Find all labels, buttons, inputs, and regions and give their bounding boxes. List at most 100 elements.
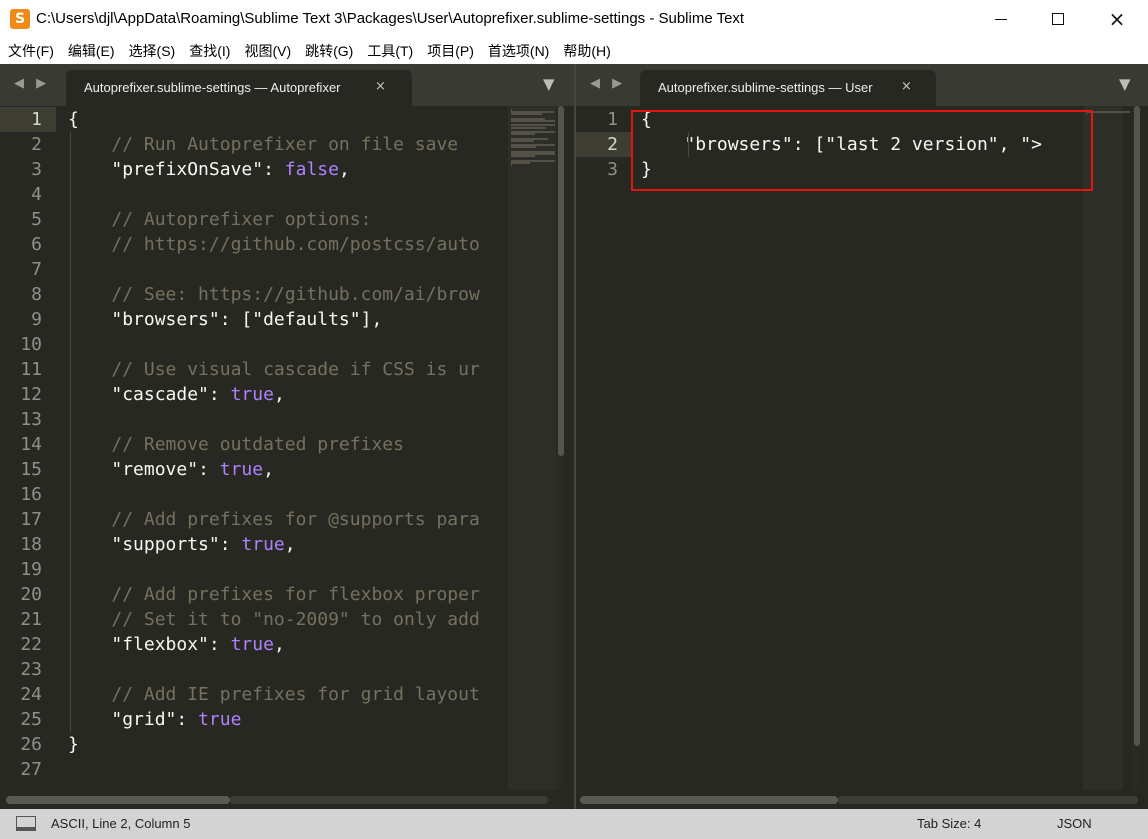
vertical-scrollbar-thumb[interactable] (558, 106, 564, 456)
code-text: : (176, 709, 199, 730)
code-text: , (338, 159, 350, 180)
code-line[interactable]: "supports": true, (68, 532, 295, 557)
code-text: { (68, 109, 79, 130)
horizontal-scrollbar-thumb[interactable] (6, 796, 230, 804)
menu-file[interactable]: 文件(F) (8, 38, 54, 64)
tab-close-icon[interactable]: × (375, 79, 386, 94)
menu-preferences[interactable]: 首选项(N) (488, 38, 549, 64)
code-comment: // Run Autoprefixer on file save (111, 134, 459, 155)
line-number: 4 (31, 184, 42, 205)
panel-toggle-icon[interactable] (16, 816, 36, 831)
horizontal-scrollbar[interactable] (576, 790, 1148, 809)
line-number: 13 (20, 409, 42, 430)
status-syntax[interactable]: JSON (1057, 816, 1092, 831)
code-text: : (263, 159, 285, 180)
line-number: 1 (31, 109, 42, 130)
horizontal-scrollbar-thumb[interactable] (580, 796, 838, 804)
code-line[interactable]: // Autoprefixer options: (68, 207, 371, 232)
line-number: 25 (20, 709, 42, 730)
minimap[interactable] (1083, 106, 1130, 790)
code-line[interactable]: "remove": true, (68, 457, 274, 482)
line-number: 11 (20, 359, 42, 380)
vertical-scrollbar[interactable] (1132, 106, 1142, 790)
maximize-button[interactable] (1035, 0, 1081, 38)
tab-autoprefixer-default[interactable]: Autoprefixer.sublime-settings — Autopref… (66, 70, 412, 106)
line-number: 3 (607, 159, 618, 180)
code-constant: true (230, 634, 274, 655)
code-text: , (263, 459, 274, 480)
code-line[interactable]: { (68, 107, 79, 132)
code-line[interactable]: // Add IE prefixes for grid layout (68, 682, 479, 707)
line-number: 8 (31, 284, 42, 305)
menu-help[interactable]: 帮助(H) (563, 38, 610, 64)
minimap-line (511, 139, 534, 142)
status-tab-size[interactable]: Tab Size: 4 (917, 816, 981, 831)
line-number: 26 (20, 734, 42, 755)
horizontal-scrollbar[interactable] (0, 790, 574, 809)
menu-goto[interactable]: 跳转(G) (305, 38, 353, 64)
menu-project[interactable]: 项目(P) (427, 38, 474, 64)
code-constant: true (230, 384, 274, 405)
code-line[interactable]: // Use visual cascade if CSS is ur (68, 357, 479, 382)
code-line[interactable]: "cascade": true, (68, 382, 284, 407)
code-text: "cascade" (111, 384, 209, 405)
code-line[interactable]: "prefixOnSave": false, (68, 157, 350, 182)
code-text: : (198, 459, 220, 480)
line-number: 16 (20, 484, 42, 505)
code-line[interactable]: // Run Autoprefixer on file save (68, 132, 458, 157)
tab-dropdown-icon[interactable]: ▼ (1119, 75, 1131, 93)
code-text: : (208, 384, 231, 405)
minimap-line (511, 146, 537, 149)
minimap[interactable] (508, 106, 558, 790)
tab-autoprefixer-user[interactable]: Autoprefixer.sublime-settings — User × (640, 70, 936, 106)
code-text: "supports" (111, 534, 220, 555)
tab-nav-arrows-icon[interactable]: ◀ ▶ (590, 76, 626, 91)
code-line[interactable]: } (68, 732, 79, 757)
code-line[interactable]: // https://github.com/postcss/auto (68, 232, 479, 257)
menu-tools[interactable]: 工具(T) (367, 38, 413, 64)
code-line[interactable]: // Remove outdated prefixes (68, 432, 404, 457)
code-line[interactable]: "browsers": ["defaults"], (68, 307, 382, 332)
menu-edit[interactable]: 编辑(E) (68, 38, 115, 64)
code-line[interactable]: // Add prefixes for @supports para (68, 507, 479, 532)
menu-view[interactable]: 视图(V) (244, 38, 291, 64)
code-line[interactable]: "flexbox": true, (68, 632, 284, 657)
vertical-scrollbar-thumb[interactable] (1134, 106, 1140, 746)
horizontal-scrollbar-track (230, 796, 548, 804)
tab-dropdown-icon[interactable]: ▼ (543, 75, 555, 93)
code-constant: true (198, 709, 242, 730)
line-number: 5 (31, 209, 42, 230)
indent-guide (70, 132, 71, 732)
status-bar: ASCII, Line 2, Column 5 Tab Size: 4 JSON (0, 809, 1148, 839)
minimize-button[interactable] (978, 0, 1024, 38)
code-line[interactable]: // Set it to "no-2009" to only add (68, 607, 479, 632)
line-number: 27 (20, 759, 42, 780)
line-number: 12 (20, 384, 42, 405)
right-editor-pane[interactable]: 1{2 "browsers": ["last 2 version", "> 3} (576, 106, 1148, 790)
menu-find[interactable]: 查找(I) (189, 38, 230, 64)
code-text: "prefixOnSave" (111, 159, 264, 180)
tab-nav-arrows-icon[interactable]: ◀ ▶ (14, 76, 50, 91)
code-comment: // Remove outdated prefixes (111, 434, 404, 455)
window-title: C:\Users\djl\AppData\Roaming\Sublime Tex… (36, 10, 745, 27)
menu-selection[interactable]: 选择(S) (129, 38, 176, 64)
horizontal-scrollbar-track (838, 796, 1138, 804)
minimap-line (511, 133, 535, 136)
title-bar: C:\Users\djl\AppData\Roaming\Sublime Tex… (0, 0, 1148, 38)
line-number: 18 (20, 534, 42, 555)
minimap-line (511, 164, 513, 166)
close-window-button[interactable]: × (1094, 0, 1140, 38)
tab-close-icon[interactable]: × (901, 79, 912, 94)
line-number: 22 (20, 634, 42, 655)
vertical-scrollbar[interactable] (556, 106, 566, 790)
code-line[interactable]: // See: https://github.com/ai/brow (68, 282, 479, 307)
code-line[interactable]: "grid": true (68, 707, 241, 732)
maximize-icon (1052, 13, 1064, 25)
left-editor-pane[interactable]: 1 {2 // Run Autoprefixer on file save 3 "p… (0, 106, 574, 790)
code-line[interactable]: // Add prefixes for flexbox proper (68, 582, 479, 607)
